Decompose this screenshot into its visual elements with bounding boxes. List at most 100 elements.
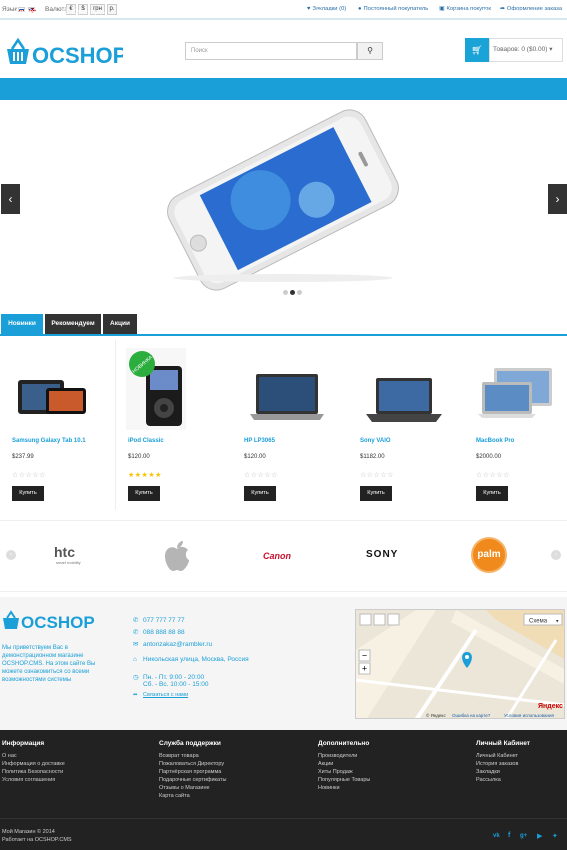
phone-1: ✆ 077 777 77 77 [133,617,185,624]
product-image[interactable] [0,348,110,430]
vk-icon[interactable]: vk [493,833,500,839]
svg-text:Схема: Схема [529,619,548,625]
brand-sony[interactable]: SONY [366,549,398,560]
nav-item-blog[interactable]: ✉ Блог [307,7,333,16]
footer-link[interactable]: Политика Безопасности [2,769,63,775]
hero-slider [0,100,567,303]
nav-item-specials[interactable]: ✎ Акции [260,7,290,16]
address: ⌂ Никольская улица, Москва, Россия [133,656,249,663]
footer-link[interactable]: Производители [318,753,357,759]
slider-dot-2[interactable] [290,290,295,295]
buy-button[interactable]: Купить [12,486,44,501]
cart-dropdown[interactable]: Товаров: 0 ($0.00) ▾ [489,38,563,62]
tab-recommended[interactable]: Рекомендуем [45,314,101,334]
logo-text: OCSHOP [32,43,123,68]
footer-link[interactable]: Карта сайта [159,793,190,799]
brands-prev-button[interactable]: ‹ [6,550,16,560]
product-image[interactable] [348,348,458,430]
buy-button[interactable]: Купить [476,486,508,501]
buy-button[interactable]: Купить [360,486,392,501]
nav-item-manufacturers[interactable]: ▦ Производители [124,7,188,16]
google-plus-icon[interactable]: g+ [520,833,527,839]
buy-button[interactable]: Купить [128,486,160,501]
product-name[interactable]: Samsung Galaxy Tab 10.1 [12,438,86,444]
footer-link[interactable]: Популярные Товары [318,777,370,783]
map-hand-tool [359,613,372,626]
footer-link[interactable]: Новинки [318,785,340,791]
svg-text:−: − [362,651,367,661]
main-nav [0,78,567,100]
buy-button[interactable]: Купить [244,486,276,501]
youtube-icon[interactable]: ▶ [537,832,542,840]
account-link[interactable]: ● Постоянный покупатель [358,6,428,12]
footer-link[interactable]: Закладки [476,769,500,775]
tab-new[interactable]: Новинки [1,314,43,334]
footer-link[interactable]: Личный Кабинет [476,753,518,759]
footer-link[interactable]: Условия соглашения [2,777,55,783]
slider-dot-3[interactable] [297,290,302,295]
footer-link[interactable]: Партнёрская программа [159,769,221,775]
footer-link[interactable]: Информация о доставке [2,761,65,767]
basket-logo-icon [7,37,29,64]
footer-logo[interactable]: OCSHOP [2,610,100,632]
brands-next-button[interactable]: › [551,550,561,560]
map-widget[interactable]: − + Схема ▾ Яндекс © Яндекс Ошибка на ка… [355,609,565,719]
brand-palm[interactable]: palm [471,537,507,573]
or-label: или [470,9,479,15]
nav-item-categories[interactable]: ☰ Категории [62,7,107,16]
slider-prev-button[interactable]: ‹ [1,184,20,214]
brand-canon[interactable]: Canon [263,551,291,561]
product-image[interactable] [232,348,342,430]
register-link[interactable]: ✎ зарегистрироваться [483,7,562,16]
svg-text:OCSHOP: OCSHOP [21,613,95,632]
footer-link[interactable]: Отзывы о Магазине [159,785,210,791]
logo[interactable]: OCSHOP [5,36,127,70]
footer-link[interactable]: История заказов [476,761,518,767]
footer-link[interactable]: Пожаловаться Директору [159,761,224,767]
apple-logo-icon [165,541,189,571]
product-name[interactable]: MacBook Pro [476,438,514,444]
footer-link[interactable]: Акции [318,761,333,767]
product-price: $120.00 [128,454,150,460]
svg-text:© Яндекс: © Яндекс [426,712,446,718]
search-icon: ⚲ [367,46,373,55]
cart-icon[interactable]: 🛒︎ [465,38,489,62]
tab-specials[interactable]: Акции [103,314,137,334]
footer-link[interactable]: Рассылка [476,777,501,783]
footer-link[interactable]: О нас [2,753,17,759]
product-name[interactable]: Sony VAIO [360,438,391,444]
footer-link[interactable]: Возврат товара [159,753,199,759]
search-button[interactable]: ⚲ [357,42,383,60]
svg-text:Ошибка на карте?: Ошибка на карте? [452,713,491,718]
contact-us-link[interactable]: ➦ Связаться с нами [133,692,188,698]
footer-link[interactable]: Подарочные сертификаты [159,777,226,783]
product-image[interactable] [464,348,567,430]
chevron-left-icon: ‹ [10,552,12,558]
login-link[interactable]: ● Войти [437,7,466,16]
slider-dot-1[interactable] [283,290,288,295]
footer-link[interactable]: Хиты Продаж [318,769,353,775]
iphone-image [167,109,399,291]
phone-icon: ✆ [133,617,139,624]
product-name[interactable]: iPod Classic [128,438,164,444]
comment-icon: ✉ [307,7,314,16]
product-name[interactable]: HP LP3065 [244,438,275,444]
slider-next-button[interactable]: › [548,184,567,214]
nav-item-new[interactable]: ◆ Новинки [206,7,244,16]
facebook-icon[interactable]: f [508,832,510,839]
map-pin-icon [462,652,472,668]
rating-stars: ☆☆☆☆☆ [244,472,278,479]
email[interactable]: ✉ antonzakaz@rambler.ru [133,640,212,648]
map-zoom-tool [373,613,386,626]
footer-heading: Дополнительно [318,740,370,747]
product-image[interactable]: НОВИНКА [116,348,226,430]
product-card: НОВИНКА iPod Classic $120.00 ★★★★★ Купит… [116,340,226,510]
brand-apple[interactable] [164,540,190,574]
twitter-icon[interactable]: ✦ [552,832,558,840]
nav-item-home[interactable]: ⌂ Главная [8,7,44,16]
search-input[interactable]: Поиск [185,42,357,60]
powered-by-text: Работает на OCSHOP.CMS [2,837,72,843]
brand-htc[interactable]: htc smart mobility [54,544,81,565]
currency-rub-button[interactable]: р. [107,4,117,15]
basket-logo-icon [3,610,19,629]
